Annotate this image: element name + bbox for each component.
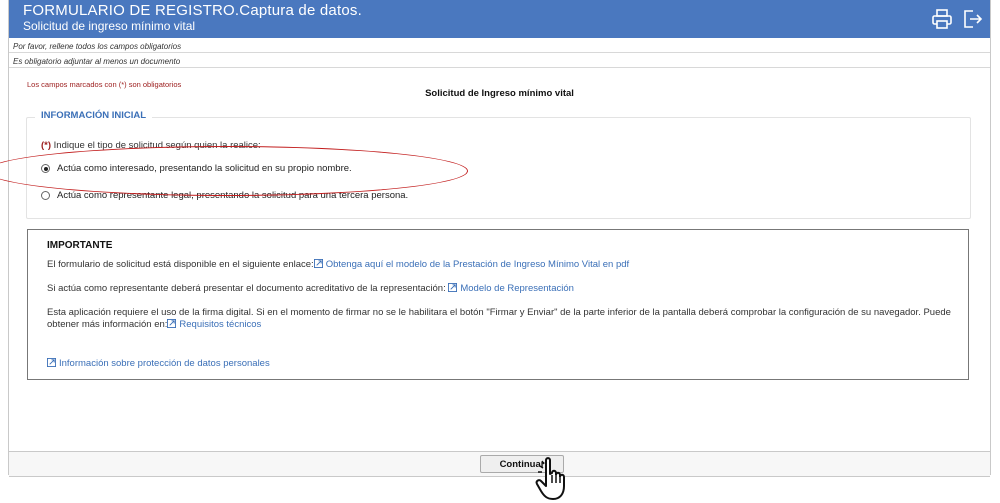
- privacy-link[interactable]: Información sobre protección de datos pe…: [47, 358, 270, 369]
- digital-signature-text: Esta aplicación requiere el uso de la fi…: [47, 307, 951, 318]
- external-link-icon: [448, 283, 458, 292]
- important-line-representation: Si actúa como representante deberá prese…: [47, 283, 574, 294]
- more-info-text: obtener más información en:: [47, 319, 168, 330]
- pdf-model-link-label[interactable]: Obtenga aquí el modelo de la Prestación …: [326, 259, 630, 270]
- notice-attach-document: Es obligatorio adjuntar al menos un docu…: [9, 55, 990, 68]
- footer-bar: Continuar: [9, 451, 990, 477]
- highlight-ellipse: [0, 146, 468, 196]
- logout-icon[interactable]: [961, 8, 983, 30]
- printer-icon[interactable]: [931, 8, 953, 30]
- important-line-requirements: obtener más información en: Requisitos té…: [47, 319, 261, 330]
- representation-text: Si actúa como representante deberá prese…: [47, 283, 446, 294]
- required-marker: (*): [41, 140, 52, 151]
- technical-requirements-link-label[interactable]: Requisitos técnicos: [179, 319, 261, 330]
- radio-legal-representative[interactable]: [41, 191, 50, 200]
- privacy-link-label[interactable]: Información sobre protección de datos pe…: [59, 358, 270, 369]
- form-title: Solicitud de Ingreso mínimo vital: [425, 88, 574, 99]
- section-legend: INFORMACIÓN INICIAL: [35, 110, 153, 121]
- header-bar: FORMULARIO DE REGISTRO.Captura de datos.…: [9, 0, 990, 38]
- important-line-form: El formulario de solicitud está disponib…: [47, 259, 629, 270]
- external-link-icon: [47, 358, 56, 367]
- page-title: FORMULARIO DE REGISTRO.Captura de datos.: [23, 2, 362, 19]
- form-availability-text: El formulario de solicitud está disponib…: [47, 259, 314, 270]
- form-frame: FORMULARIO DE REGISTRO.Captura de datos.…: [8, 0, 991, 477]
- external-link-icon: [313, 259, 323, 268]
- technical-requirements-link[interactable]: Requisitos técnicos: [167, 319, 261, 330]
- external-link-icon: [167, 319, 177, 328]
- privacy-line: Información sobre protección de datos pe…: [47, 358, 270, 369]
- representation-model-link[interactable]: Modelo de Representación: [448, 283, 574, 294]
- page-subtitle: Solicitud de ingreso mínimo vital: [23, 19, 196, 33]
- hand-pointer-icon: [535, 457, 565, 500]
- important-box: IMPORTANTE El formulario de solicitud es…: [27, 229, 969, 380]
- pdf-model-link[interactable]: Obtenga aquí el modelo de la Prestación …: [313, 259, 630, 270]
- notice-required-fields: Por favor, rellene todos los campos obli…: [9, 40, 990, 53]
- important-title: IMPORTANTE: [47, 240, 113, 251]
- representation-model-link-label[interactable]: Modelo de Representación: [460, 283, 574, 294]
